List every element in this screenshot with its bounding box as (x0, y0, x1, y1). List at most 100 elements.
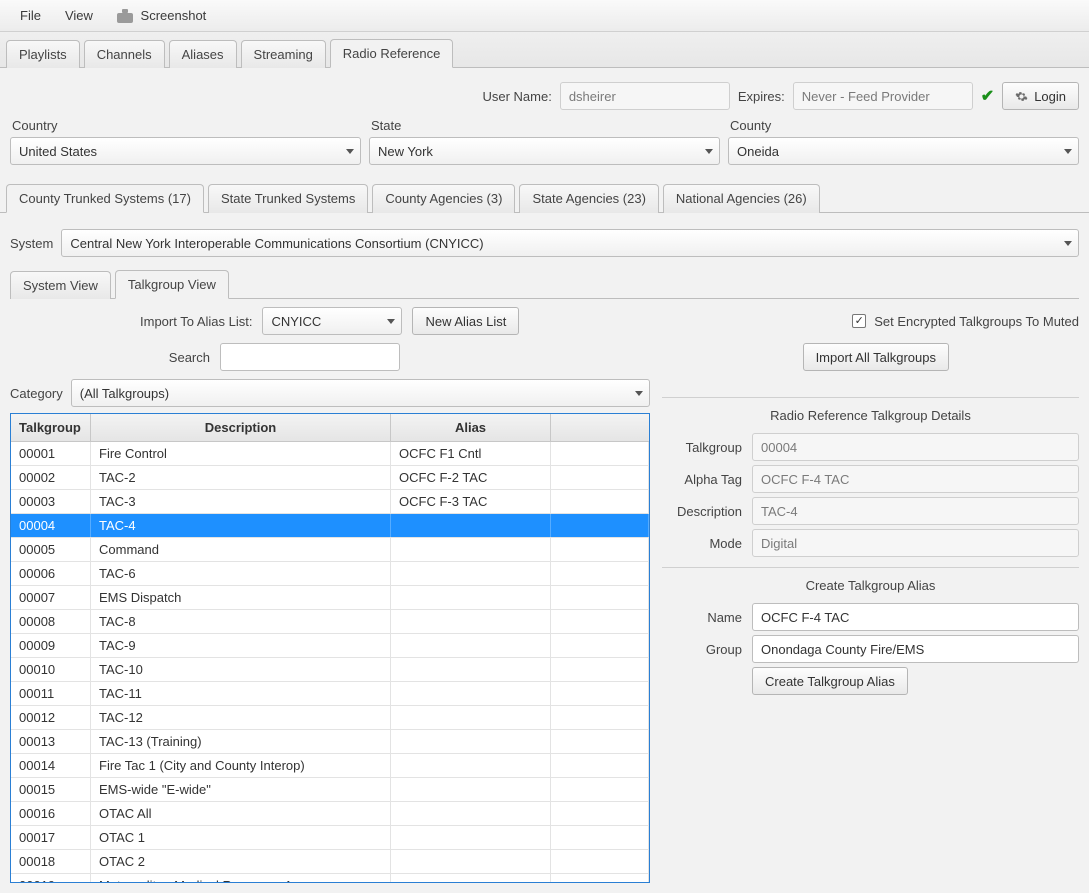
main-tab-0[interactable]: Playlists (6, 40, 80, 68)
chevron-down-icon (1064, 149, 1072, 154)
create-group-input[interactable] (752, 635, 1079, 663)
cell-description: TAC-11 (91, 682, 391, 705)
col-header-alias[interactable]: Alias (391, 414, 551, 441)
mute-encrypted-checkbox[interactable] (852, 314, 866, 328)
cell-extra (551, 850, 649, 873)
table-row[interactable]: 00002TAC-2OCFC F-2 TAC (11, 466, 649, 490)
menu-file[interactable]: File (10, 4, 51, 27)
search-input[interactable] (220, 343, 400, 371)
cell-description: TAC-4 (91, 514, 391, 537)
system-select[interactable]: Central New York Interoperable Communica… (61, 229, 1079, 257)
agency-tab-1[interactable]: State Trunked Systems (208, 184, 368, 213)
table-row[interactable]: 00006TAC-6 (11, 562, 649, 586)
cell-alias (391, 634, 551, 657)
grid-body[interactable]: 00001Fire ControlOCFC F1 Cntl00002TAC-2O… (11, 442, 649, 882)
cell-extra (551, 514, 649, 537)
detail-mode-value: Digital (752, 529, 1079, 557)
table-row[interactable]: 00001Fire ControlOCFC F1 Cntl (11, 442, 649, 466)
agency-tab-2[interactable]: County Agencies (3) (372, 184, 515, 213)
cell-description: EMS Dispatch (91, 586, 391, 609)
state-select-value: New York (378, 144, 433, 159)
view-tabs: System ViewTalkgroup View (0, 263, 1089, 298)
table-row[interactable]: 00013TAC-13 (Training) (11, 730, 649, 754)
detail-alpha-value: OCFC F-4 TAC (752, 465, 1079, 493)
table-row[interactable]: 00005Command (11, 538, 649, 562)
table-row[interactable]: 00018OTAC 2 (11, 850, 649, 874)
talkgroup-grid: Talkgroup Description Alias 00001Fire Co… (10, 413, 650, 883)
state-select[interactable]: New York (369, 137, 720, 165)
col-header-description[interactable]: Description (91, 414, 391, 441)
cell-description: TAC-12 (91, 706, 391, 729)
cell-alias (391, 730, 551, 753)
table-row[interactable]: 00009TAC-9 (11, 634, 649, 658)
cell-talkgroup: 00011 (11, 682, 91, 705)
col-header-talkgroup[interactable]: Talkgroup (11, 414, 91, 441)
table-row[interactable]: 00016OTAC All (11, 802, 649, 826)
main-tab-3[interactable]: Streaming (241, 40, 326, 68)
cell-description: TAC-13 (Training) (91, 730, 391, 753)
login-button[interactable]: Login (1002, 82, 1079, 110)
col-header-extra (551, 414, 649, 441)
cell-extra (551, 754, 649, 777)
table-row[interactable]: 00011TAC-11 (11, 682, 649, 706)
system-label: System (10, 236, 53, 251)
table-row[interactable]: 00015EMS-wide "E-wide" (11, 778, 649, 802)
table-row[interactable]: 00012TAC-12 (11, 706, 649, 730)
category-label: Category (10, 386, 63, 401)
create-group-label: Group (662, 642, 742, 657)
table-row[interactable]: 00019Metropolitan Medical Response A (11, 874, 649, 882)
system-select-value: Central New York Interoperable Communica… (70, 236, 483, 251)
alias-list-select[interactable]: CNYICC (262, 307, 402, 335)
new-alias-list-button[interactable]: New Alias List (412, 307, 519, 335)
chevron-down-icon (705, 149, 713, 154)
agency-tab-0[interactable]: County Trunked Systems (17) (6, 184, 204, 213)
cell-description: OTAC 2 (91, 850, 391, 873)
cell-description: EMS-wide "E-wide" (91, 778, 391, 801)
create-alias-button[interactable]: Create Talkgroup Alias (752, 667, 908, 695)
menu-screenshot[interactable]: Screenshot (107, 4, 216, 27)
main-tab-4[interactable]: Radio Reference (330, 39, 454, 68)
cell-alias (391, 658, 551, 681)
view-tab-0[interactable]: System View (10, 271, 111, 299)
cell-talkgroup: 00003 (11, 490, 91, 513)
table-row[interactable]: 00008TAC-8 (11, 610, 649, 634)
cell-alias (391, 850, 551, 873)
chevron-down-icon (1064, 241, 1072, 246)
cell-talkgroup: 00010 (11, 658, 91, 681)
cell-alias (391, 610, 551, 633)
cell-extra (551, 802, 649, 825)
table-row[interactable]: 00004TAC-4 (11, 514, 649, 538)
cell-talkgroup: 00015 (11, 778, 91, 801)
create-name-input[interactable] (752, 603, 1079, 631)
category-select[interactable]: (All Talkgroups) (71, 379, 650, 407)
search-row: Search Import All Talkgroups (0, 343, 1089, 379)
cell-alias: OCFC F-3 TAC (391, 490, 551, 513)
table-row[interactable]: 00003TAC-3OCFC F-3 TAC (11, 490, 649, 514)
table-row[interactable]: 00014Fire Tac 1 (City and County Interop… (11, 754, 649, 778)
agency-tab-3[interactable]: State Agencies (23) (519, 184, 658, 213)
agency-tabs: County Trunked Systems (17)State Trunked… (0, 175, 1089, 213)
cell-alias: OCFC F1 Cntl (391, 442, 551, 465)
county-select[interactable]: Oneida (728, 137, 1079, 165)
agency-tab-4[interactable]: National Agencies (26) (663, 184, 820, 213)
cell-extra (551, 682, 649, 705)
menu-view[interactable]: View (55, 4, 103, 27)
cell-alias (391, 778, 551, 801)
table-row[interactable]: 00007EMS Dispatch (11, 586, 649, 610)
main-tab-2[interactable]: Aliases (169, 40, 237, 68)
cell-talkgroup: 00017 (11, 826, 91, 849)
table-row[interactable]: 00017OTAC 1 (11, 826, 649, 850)
view-tab-1[interactable]: Talkgroup View (115, 270, 229, 299)
table-row[interactable]: 00010TAC-10 (11, 658, 649, 682)
cell-description: TAC-10 (91, 658, 391, 681)
main-tab-1[interactable]: Channels (84, 40, 165, 68)
country-select[interactable]: United States (10, 137, 361, 165)
search-label: Search (169, 350, 210, 365)
cell-talkgroup: 00008 (11, 610, 91, 633)
state-label: State (369, 118, 720, 133)
cell-talkgroup: 00005 (11, 538, 91, 561)
cell-description: TAC-3 (91, 490, 391, 513)
cell-description: OTAC 1 (91, 826, 391, 849)
username-field: dsheirer (560, 82, 730, 110)
import-all-button[interactable]: Import All Talkgroups (803, 343, 949, 371)
